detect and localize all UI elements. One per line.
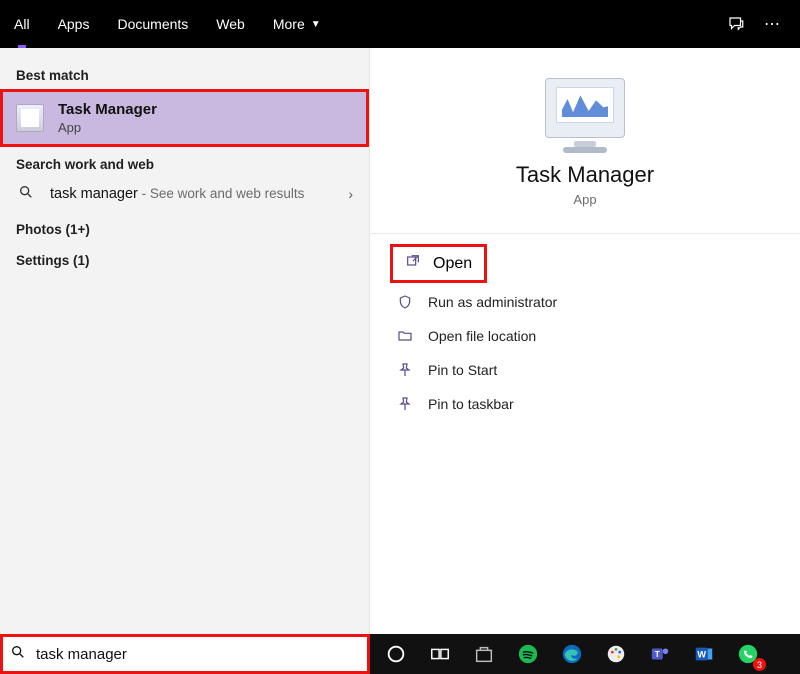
pin-taskbar-icon [396,395,414,413]
cortana-icon[interactable] [374,634,418,674]
tab-web[interactable]: Web [202,0,259,48]
tab-label: More [273,16,305,32]
tab-label: Web [216,16,245,32]
more-options-icon[interactable]: ⋯ [754,6,790,42]
settings-section[interactable]: Settings (1) [0,243,369,274]
search-tabs: All Apps Documents Web More ▼ [0,0,335,48]
chevron-down-icon: ▼ [311,19,321,30]
search-term: task manager [50,186,138,202]
pin-start-icon [396,361,414,379]
taskview-icon[interactable] [418,634,462,674]
action-label: Pin to Start [428,362,497,378]
task-manager-icon [16,104,44,132]
tab-label: All [14,16,30,32]
search-box[interactable] [0,634,370,674]
best-match-label: Best match [0,58,369,89]
action-pin-to-taskbar[interactable]: Pin to taskbar [370,387,800,421]
action-pin-to-start[interactable]: Pin to Start [370,353,800,387]
tab-documents[interactable]: Documents [103,0,202,48]
preview-actions: Open Run as administrator Open file loca… [370,234,800,429]
action-run-as-admin[interactable]: Run as administrator [370,285,800,319]
tab-label: Apps [58,16,90,32]
action-label: Open [433,255,472,273]
task-manager-icon [545,78,625,138]
search-input[interactable] [36,646,360,663]
open-icon [405,253,421,274]
search-web-label: Search work and web [0,151,369,176]
preview-subtitle: App [573,192,596,207]
tab-more[interactable]: More ▼ [259,0,335,48]
svg-text:W: W [697,650,706,660]
tab-apps[interactable]: Apps [44,0,104,48]
action-open-file-location[interactable]: Open file location [370,319,800,353]
folder-icon [396,327,414,345]
results-pane: Best match Task Manager App Search work … [0,48,370,634]
preview-hero: Task Manager App [370,48,800,234]
result-title: Task Manager [58,101,157,118]
search-web-text: task manager - See work and web results [50,186,334,202]
photos-section[interactable]: Photos (1+) [0,212,369,243]
teams-icon[interactable]: T [638,634,682,674]
action-label: Pin to taskbar [428,396,514,412]
edge-icon[interactable] [550,634,594,674]
result-task-manager[interactable]: Task Manager App [0,89,369,147]
tab-all[interactable]: All [0,0,44,48]
tab-label: Documents [117,16,188,32]
action-open[interactable]: Open [390,244,487,283]
search-hint: - See work and web results [138,186,305,201]
search-web-row[interactable]: task manager - See work and web results … [0,176,369,212]
store-icon[interactable] [462,634,506,674]
taskbar: T W 3 [0,634,800,674]
whatsapp-icon[interactable]: 3 [726,634,770,674]
search-icon [10,644,26,665]
search-icon [16,184,36,204]
preview-title: Task Manager [516,162,654,188]
word-icon[interactable]: W [682,634,726,674]
paint-icon[interactable] [594,634,638,674]
preview-pane: Task Manager App Open Run as administrat… [370,48,800,634]
notification-badge: 3 [753,658,766,671]
chevron-right-icon: › [348,186,353,202]
action-label: Run as administrator [428,294,557,310]
admin-icon [396,293,414,311]
search-tab-bar: All Apps Documents Web More ▼ ⋯ [0,0,800,48]
result-subtitle: App [58,120,157,135]
feedback-icon[interactable] [718,6,754,42]
action-label: Open file location [428,328,536,344]
svg-text:T: T [655,650,660,659]
spotify-icon[interactable] [506,634,550,674]
